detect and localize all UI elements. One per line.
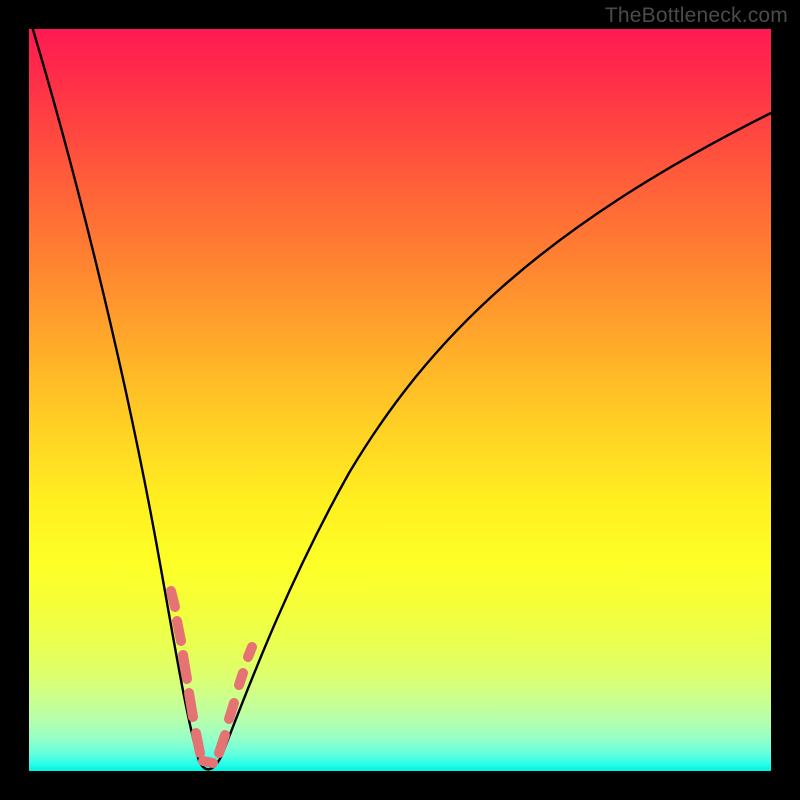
- marker-dot: [239, 673, 243, 685]
- marker-dot: [229, 703, 234, 719]
- chart-svg: [29, 29, 771, 771]
- chart-frame: TheBottleneck.com: [0, 0, 800, 800]
- marker-dot: [219, 735, 225, 753]
- watermark-text: TheBottleneck.com: [605, 4, 788, 28]
- bottleneck-curve: [31, 23, 771, 769]
- marker-dot: [203, 761, 213, 763]
- marker-dot: [171, 591, 175, 607]
- marker-group: [171, 591, 252, 763]
- marker-dot: [189, 693, 193, 717]
- marker-dot: [196, 733, 200, 753]
- marker-dot: [248, 647, 252, 657]
- marker-dot: [183, 655, 187, 679]
- marker-dot: [177, 621, 181, 641]
